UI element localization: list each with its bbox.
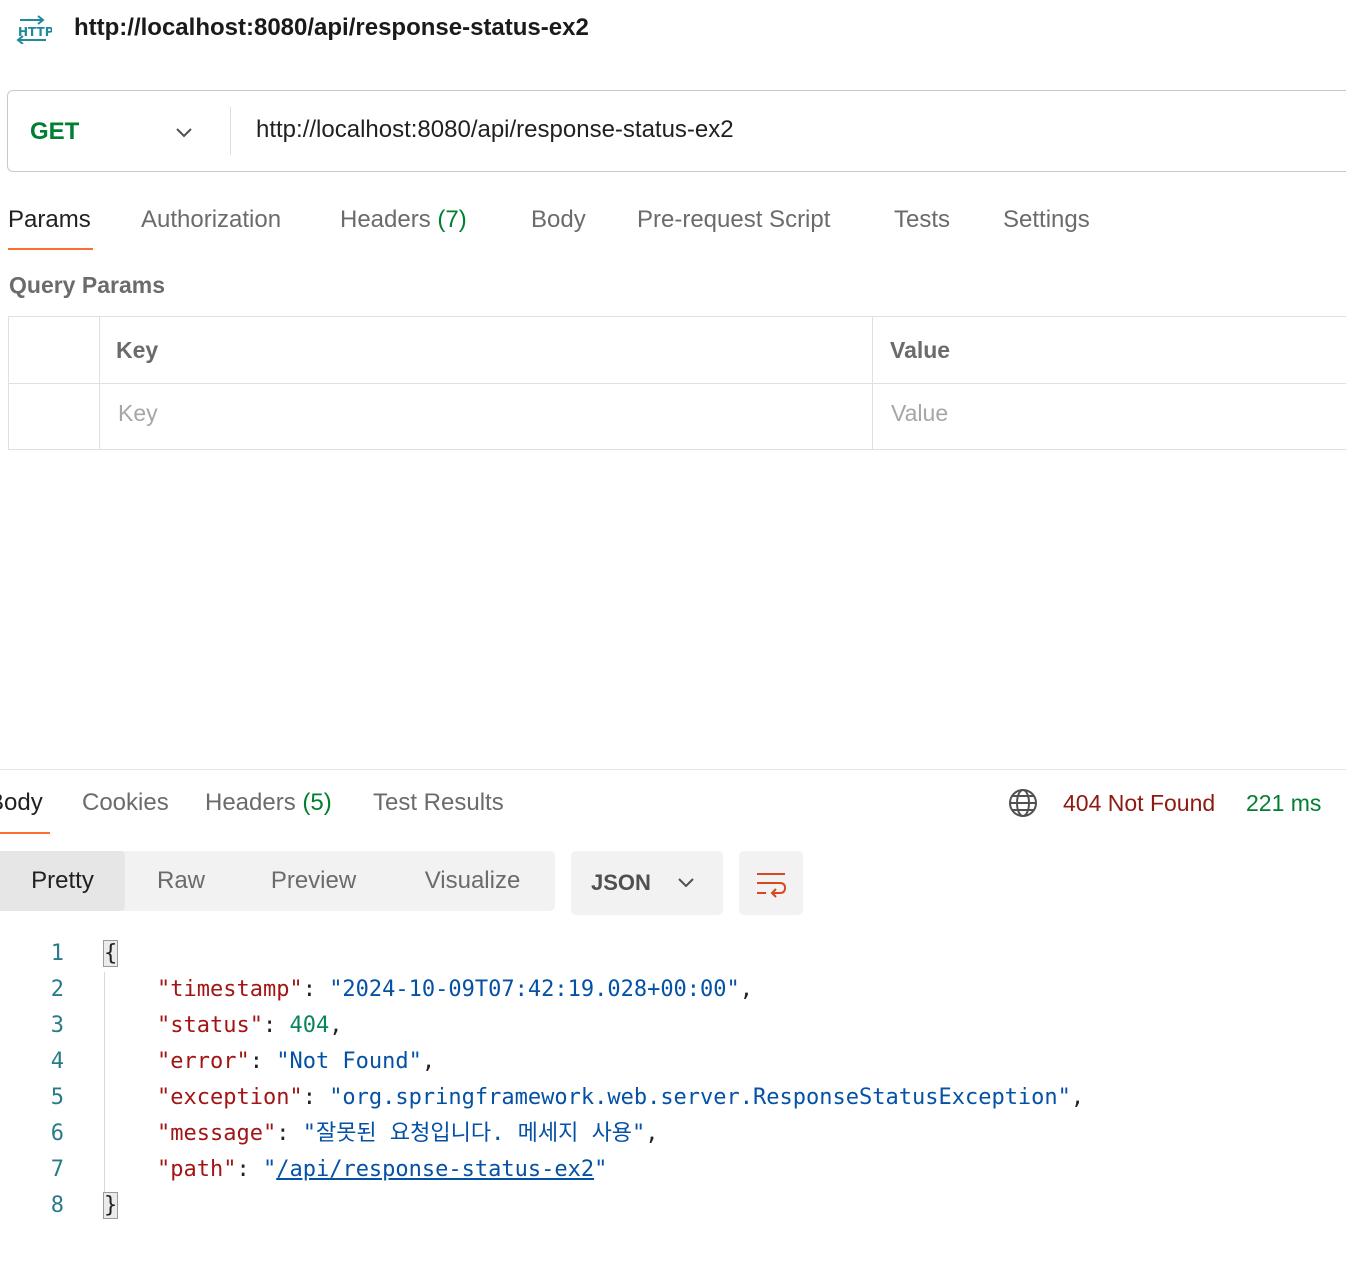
json-path-link[interactable]: /api/response-status-ex2 — [276, 1157, 594, 1182]
wrap-lines-button[interactable] — [739, 851, 803, 915]
tab-headers-count: (7) — [437, 206, 467, 233]
json-comma: , — [645, 1121, 659, 1146]
json-value: "잘못된 요청입니다. 메세지 사용" — [302, 1121, 646, 1146]
tab-authorization[interactable]: Authorization — [141, 202, 281, 238]
open-brace: { — [102, 940, 119, 967]
url-separator — [230, 107, 231, 155]
url-input[interactable]: http://localhost:8080/api/response-statu… — [256, 113, 734, 147]
response-tab-cookies[interactable]: Cookies — [82, 785, 169, 821]
view-mode-selector: Pretty Raw Preview Visualize — [0, 851, 555, 911]
tab-headers[interactable]: Headers (7) — [340, 202, 467, 238]
request-title[interactable]: http://localhost:8080/api/response-statu… — [74, 12, 589, 44]
line-number: 5 — [50, 1085, 64, 1110]
http-icon: HTTP — [16, 15, 52, 44]
tab-pre-request-script[interactable]: Pre-request Script — [637, 202, 830, 238]
response-headers-label: Headers — [205, 789, 296, 816]
code-line[interactable]: "error": "Not Found", — [104, 1044, 435, 1080]
json-key: "status" — [156, 1013, 263, 1038]
json-comma: , — [329, 1013, 343, 1038]
view-mode-pretty[interactable]: Pretty — [0, 851, 125, 911]
json-key: "path" — [156, 1157, 237, 1182]
code-line[interactable]: "status": 404, — [104, 1008, 342, 1044]
tab-tests[interactable]: Tests — [894, 202, 950, 238]
chevron-down-icon — [678, 878, 694, 888]
globe-icon[interactable] — [1007, 787, 1039, 819]
code-line[interactable]: "path": "/api/response-status-ex2" — [104, 1152, 607, 1188]
json-quote: " — [594, 1157, 608, 1182]
response-tab-test-results[interactable]: Test Results — [373, 785, 504, 821]
json-key: "message" — [156, 1121, 277, 1146]
json-comma: , — [1070, 1085, 1085, 1110]
close-brace: } — [102, 1192, 119, 1219]
key-input[interactable]: Key — [118, 396, 158, 430]
response-status[interactable]: 404 Not Found — [1063, 785, 1215, 821]
json-comma: , — [739, 977, 754, 1002]
chevron-down-icon[interactable] — [173, 121, 195, 143]
json-value: "org.springframework.web.server.Response… — [329, 1085, 1071, 1110]
tab-params[interactable]: Params — [8, 202, 91, 238]
tab-settings[interactable]: Settings — [1003, 202, 1090, 238]
value-column-header: Value — [890, 337, 951, 363]
code-line[interactable]: "exception": "org.springframework.web.se… — [104, 1080, 1084, 1116]
json-key: "exception" — [156, 1085, 303, 1110]
view-mode-raw[interactable]: Raw — [125, 851, 237, 911]
code-line[interactable]: "message": "잘못된 요청입니다. 메세지 사용", — [104, 1116, 659, 1152]
line-number: 4 — [50, 1049, 64, 1074]
line-number: 2 — [50, 977, 64, 1002]
key-column-header: Key — [116, 337, 159, 363]
response-time[interactable]: 221 ms — [1246, 785, 1321, 821]
wrap-lines-icon — [757, 873, 787, 898]
json-value: 404 — [289, 1013, 330, 1038]
format-label: JSON — [591, 870, 651, 895]
json-value: "Not Found" — [276, 1049, 422, 1074]
line-number: 8 — [50, 1193, 64, 1218]
view-mode-preview[interactable]: Preview — [237, 851, 390, 911]
json-key: "error" — [156, 1049, 250, 1074]
active-tab-indicator — [8, 248, 93, 250]
json-quote: " — [262, 1157, 277, 1182]
json-key: "timestamp" — [156, 977, 303, 1002]
response-divider[interactable] — [0, 769, 1346, 770]
code-line[interactable]: } — [102, 1188, 119, 1224]
line-number: 3 — [50, 1013, 64, 1038]
view-mode-visualize[interactable]: Visualize — [390, 851, 555, 911]
response-active-tab-indicator — [0, 832, 50, 834]
response-headers-count: (5) — [302, 789, 332, 816]
method-select[interactable]: GET — [30, 115, 79, 149]
row-divider — [9, 383, 1346, 384]
url-bar: GET http://localhost:8080/api/response-s… — [7, 90, 1346, 172]
tab-headers-label: Headers — [340, 206, 431, 233]
line-number: 7 — [50, 1157, 64, 1182]
json-value: "2024-10-09T07:42:19.028+00:00" — [329, 977, 740, 1002]
value-input[interactable]: Value — [891, 396, 948, 430]
format-select[interactable]: JSON — [571, 851, 723, 915]
line-number: 1 — [50, 941, 64, 966]
response-tab-headers[interactable]: Headers (5) — [205, 785, 332, 821]
tab-body[interactable]: Body — [531, 202, 586, 238]
query-params-table: Key Value Key Value — [8, 316, 1346, 450]
code-line[interactable]: "timestamp": "2024-10-09T07:42:19.028+00… — [104, 972, 753, 1008]
code-line[interactable]: { — [102, 936, 119, 972]
response-tab-body[interactable]: Body — [0, 785, 43, 821]
query-params-title: Query Params — [9, 272, 165, 298]
line-number: 6 — [50, 1121, 64, 1146]
json-comma: , — [421, 1049, 436, 1074]
